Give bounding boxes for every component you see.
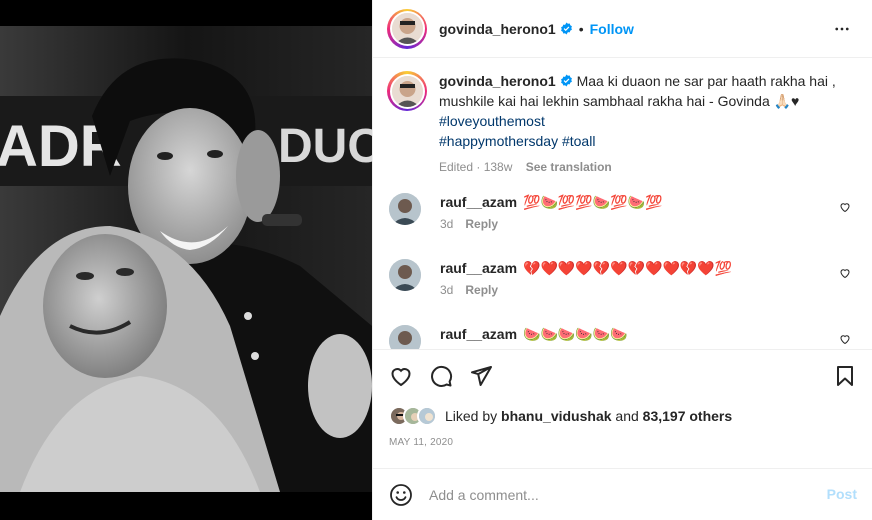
header-username[interactable]: govinda_herono1	[439, 21, 556, 37]
comment-text: 💔❤️❤️❤️💔❤️💔❤️❤️💔❤️💯	[523, 260, 733, 276]
comment-text: 💯🍉💯💯🍉💯🍉💯	[523, 194, 663, 210]
comment-item: rauf__azam 💔❤️❤️❤️💔❤️💔❤️❤️💔❤️💯 3d Reply	[389, 259, 859, 297]
paper-plane-icon[interactable]	[469, 364, 493, 388]
hashtag-line: #happymothersday #toall	[439, 133, 595, 149]
add-comment-bar: Post	[373, 468, 872, 520]
liked-by-text: Liked by bhanu_vidushak and 83,197 other…	[445, 408, 732, 424]
comment-username[interactable]: rauf__azam	[440, 260, 517, 276]
svg-text:DUC: DUC	[278, 120, 372, 173]
see-translation-link[interactable]: See translation	[526, 160, 612, 174]
liked-by-prefix: Liked by	[445, 408, 498, 424]
post-header: govinda_herono1 • Follow	[373, 0, 872, 58]
comment-username[interactable]: rauf__azam	[440, 194, 517, 210]
post-actions: Liked by bhanu_vidushak and 83,197 other…	[373, 349, 872, 484]
smiley-icon[interactable]	[389, 483, 413, 507]
caption-meta: Edited · 138w See translation	[439, 157, 854, 177]
liked-by-and: and	[615, 408, 639, 424]
comment-item: rauf__azam 🍉🍉🍉🍉🍉🍉	[389, 325, 859, 349]
comment-username[interactable]: rauf__azam	[440, 326, 517, 342]
heart-icon[interactable]	[389, 364, 413, 388]
comment-icon[interactable]	[429, 364, 453, 388]
caption-emojis: 🙏🏻♥	[773, 93, 800, 109]
liked-by-user[interactable]: bhanu_vidushak	[501, 408, 611, 424]
comments-section[interactable]: govinda_herono1 Maa ki duaon ne sar par …	[373, 59, 872, 349]
comment-like-heart-icon[interactable]	[839, 201, 851, 213]
more-horizontal-icon[interactable]	[833, 20, 851, 38]
hashtag-link[interactable]: #happymothersday	[439, 133, 558, 149]
hashtag-link[interactable]: #loveyouthemost	[439, 111, 854, 131]
comment-item: rauf__azam 💯🍉💯💯🍉💯🍉💯 3d Reply	[389, 193, 859, 231]
comment-avatar[interactable]	[389, 193, 421, 225]
caption-username[interactable]: govinda_herono1	[439, 73, 556, 89]
verified-badge-icon	[560, 22, 572, 35]
follow-button[interactable]: Follow	[590, 21, 634, 37]
post-side-panel: govinda_herono1 • Follow govinda_herono1…	[372, 0, 872, 520]
likes-summary: Liked by bhanu_vidushak and 83,197 other…	[389, 406, 732, 426]
header-separator: •	[578, 20, 584, 37]
reply-button[interactable]: Reply	[465, 217, 498, 231]
edited-time: Edited · 138w	[439, 160, 513, 174]
comment-time: 3d	[440, 217, 454, 231]
comment-text: 🍉🍉🍉🍉🍉🍉	[523, 326, 628, 342]
comment-time: 3d	[440, 283, 454, 297]
hashtag-link[interactable]: #toall	[562, 133, 595, 149]
instagram-post: ADR DUC govinda_herono1 • Follow govinda…	[0, 0, 872, 520]
likes-count[interactable]: 83,197 others	[643, 408, 733, 424]
add-comment-input[interactable]	[429, 486, 809, 503]
caption-story-ring[interactable]	[387, 71, 427, 111]
post-caption: govinda_herono1 Maa ki duaon ne sar par …	[387, 71, 857, 177]
comment-like-heart-icon[interactable]	[839, 333, 851, 345]
reply-button[interactable]: Reply	[465, 283, 498, 297]
caption-avatar[interactable]	[391, 75, 423, 107]
avatar[interactable]	[391, 13, 423, 44]
story-ring[interactable]	[387, 8, 427, 49]
comment-like-heart-icon[interactable]	[839, 267, 851, 279]
comment-avatar[interactable]	[389, 259, 421, 291]
bookmark-icon[interactable]	[833, 364, 857, 388]
comment-avatar[interactable]	[389, 325, 421, 349]
post-media: ADR DUC	[0, 0, 372, 520]
liker-avatar[interactable]	[417, 406, 437, 426]
post-comment-button[interactable]: Post	[827, 486, 857, 502]
post-date[interactable]: MAY 11, 2020	[389, 437, 453, 448]
post-photo[interactable]: ADR DUC	[0, 26, 372, 492]
verified-badge-icon	[560, 74, 572, 87]
